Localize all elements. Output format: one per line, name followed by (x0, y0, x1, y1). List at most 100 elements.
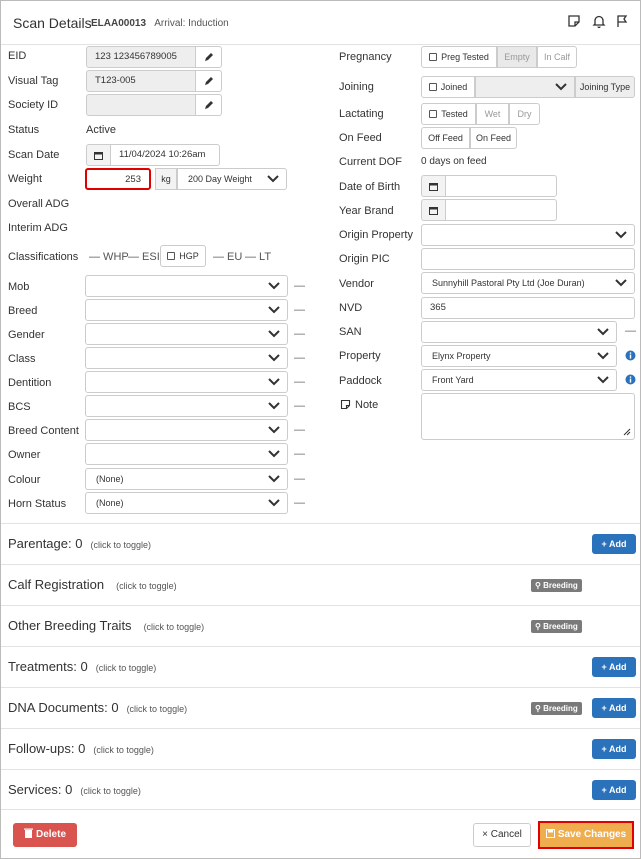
in-calf-option[interactable]: In Calf (537, 46, 577, 68)
add-dna-document-button[interactable]: + Add (592, 698, 636, 718)
section-parentage-title: Parentage: 0 (click to toggle) (8, 536, 151, 551)
breeding-badge: ⚲ Breeding (531, 579, 582, 592)
colour-dash: — (294, 473, 305, 485)
year-brand-field[interactable] (445, 199, 557, 221)
bcs-label: BCS (8, 401, 31, 413)
joining-type-button[interactable]: Joining Type (575, 76, 635, 98)
add-treatment-button[interactable]: + Add (592, 657, 636, 677)
note-textarea[interactable] (421, 393, 635, 440)
society-id-field[interactable] (86, 94, 196, 116)
chevron-down-icon (268, 330, 280, 338)
eid-field[interactable]: 123 123456789005 (86, 46, 196, 68)
vendor-select[interactable]: Sunnyhill Pastoral Pty Ltd (Joe Duran) (421, 272, 635, 294)
section-count: 0 (111, 700, 119, 715)
tested-toggle[interactable]: Tested (421, 103, 476, 125)
visual-tag-field[interactable]: T123-005 (86, 70, 196, 92)
chevron-down-icon (268, 450, 280, 458)
society-id-label: Society ID (8, 99, 59, 111)
section-title: Other Breeding Traits (8, 618, 132, 633)
eid-label: EID (8, 50, 27, 62)
section-follow-ups[interactable]: Follow-ups: 0 (click to toggle) + Add (1, 728, 640, 769)
cancel-button[interactable]: × Cancel (473, 823, 531, 847)
scan-date-field[interactable]: 11/04/2024 10:26am (110, 144, 220, 166)
toggle-hint: (click to toggle) (80, 786, 141, 796)
badge-label: Breeding (543, 622, 578, 631)
pencil-icon (204, 77, 213, 85)
note-icon[interactable] (567, 14, 583, 30)
save-icon (545, 829, 555, 838)
section-parentage[interactable]: Parentage: 0 (click to toggle) + Add (1, 523, 640, 564)
breed-select[interactable] (85, 299, 288, 321)
dob-field[interactable] (445, 175, 557, 197)
off-feed-option[interactable]: Off Feed (421, 127, 470, 149)
section-dna-documents[interactable]: DNA Documents: 0 (click to toggle) ⚲ Bree… (1, 687, 640, 728)
san-select[interactable] (421, 321, 617, 343)
class-dash: — (294, 352, 305, 364)
section-title: Follow-ups: (8, 741, 75, 756)
bell-icon[interactable] (592, 14, 608, 30)
lactating-label: Lactating (339, 108, 384, 120)
joined-label: Joined (440, 82, 468, 92)
section-other-breeding-traits[interactable]: Other Breeding Traits (click to toggle) ⚲… (1, 605, 640, 646)
section-title: Parentage: (8, 536, 72, 551)
edit-society-id-button[interactable] (196, 94, 222, 116)
info-icon[interactable] (625, 374, 636, 388)
toggle-hint: (click to toggle) (126, 704, 188, 714)
joining-select[interactable] (475, 76, 575, 98)
property-value: Elynx Property (432, 351, 491, 361)
property-select[interactable]: Elynx Property (421, 345, 617, 367)
edit-visual-tag-button[interactable] (196, 70, 222, 92)
paddock-select[interactable]: Front Yard (421, 369, 617, 391)
colour-value: (None) (96, 474, 124, 484)
wet-option[interactable]: Wet (476, 103, 509, 125)
breed-content-select[interactable] (85, 419, 288, 441)
hgp-toggle[interactable]: HGP (160, 245, 206, 267)
mob-select[interactable] (85, 275, 288, 297)
on-feed-option[interactable]: On Feed (470, 127, 517, 149)
badge-label: Breeding (543, 581, 578, 590)
save-changes-button[interactable]: Save Changes (538, 821, 634, 849)
weight-label: Weight (8, 173, 43, 185)
edit-eid-button[interactable] (196, 46, 222, 68)
joined-toggle[interactable]: Joined (421, 76, 475, 98)
chevron-down-icon (268, 282, 280, 290)
weight-field[interactable]: 253 (85, 168, 151, 190)
add-service-button[interactable]: + Add (592, 780, 636, 800)
add-follow-up-button[interactable]: + Add (592, 739, 636, 759)
dentition-label: Dentition (8, 377, 52, 389)
on-feed-label: On Feed (339, 132, 382, 144)
calendar-icon[interactable] (86, 144, 110, 166)
info-icon[interactable] (625, 350, 636, 364)
dry-option[interactable]: Dry (509, 103, 540, 125)
delete-button[interactable]: Delete (13, 823, 77, 847)
colour-select[interactable]: (None) (85, 468, 288, 490)
preg-tested-label: Preg Tested (441, 52, 489, 62)
horn-status-label: Horn Status (8, 498, 67, 510)
section-follow-ups-title: Follow-ups: 0 (click to toggle) (8, 741, 154, 756)
section-services[interactable]: Services: 0 (click to toggle) + Add (1, 769, 640, 810)
checkbox-icon (429, 110, 438, 118)
bcs-dash: — (294, 400, 305, 412)
section-calf-registration-title: Calf Registration (click to toggle) (8, 577, 177, 592)
origin-property-select[interactable] (421, 224, 635, 246)
modal-header: Scan Details ELAA00013 Arrival: Inductio… (1, 1, 640, 45)
calendar-icon[interactable] (421, 199, 445, 221)
nvd-field[interactable]: 365 (421, 297, 635, 319)
calendar-icon[interactable] (421, 175, 445, 197)
flag-icon[interactable] (615, 14, 631, 30)
bcs-select[interactable] (85, 395, 288, 417)
add-parentage-button[interactable]: + Add (592, 534, 636, 554)
preg-tested-toggle[interactable]: Preg Tested (421, 46, 497, 68)
section-calf-registration[interactable]: Calf Registration (click to toggle) ⚲ Bre… (1, 564, 640, 605)
horn-status-select[interactable]: (None) (85, 492, 288, 514)
dentition-select[interactable] (85, 371, 288, 393)
origin-pic-field[interactable] (421, 248, 635, 270)
owner-select[interactable] (85, 443, 288, 465)
class-select[interactable] (85, 347, 288, 369)
weight-type-select[interactable]: 200 Day Weight (177, 168, 287, 190)
breed-content-dash: — (294, 424, 305, 436)
gender-select[interactable] (85, 323, 288, 345)
chevron-down-icon (268, 499, 280, 507)
section-treatments[interactable]: Treatments: 0 (click to toggle) + Add (1, 646, 640, 687)
empty-option[interactable]: Empty (497, 46, 537, 68)
